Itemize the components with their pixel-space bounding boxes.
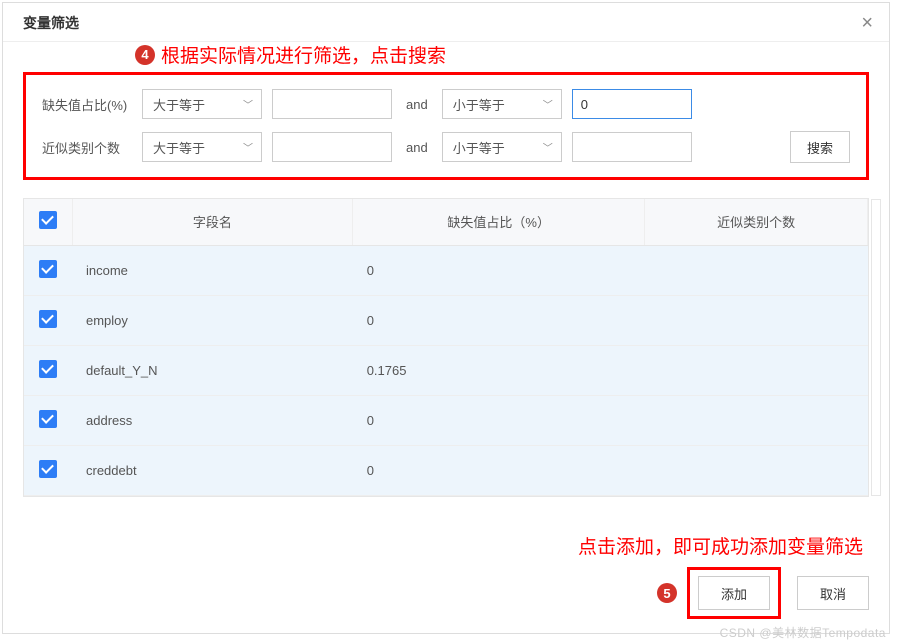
annotation-badge-4: 4 [135, 45, 155, 65]
filter-row-categories: 近似类别个数 大于等于 ﹀ and 小于等于 ﹀ 搜索 [42, 131, 850, 163]
cell-field-name: default_Y_N [72, 345, 353, 395]
input-cat-val1[interactable] [272, 132, 392, 162]
dialog-body: 缺失值占比(%) 大于等于 ﹀ and 小于等于 ﹀ 近似类别个数 大于等于 ﹀ [3, 42, 889, 507]
cell-missing: 0 [353, 445, 645, 495]
cell-cats [645, 445, 868, 495]
header-checkbox [24, 199, 72, 245]
cell-field-name: address [72, 395, 353, 445]
annotation-badge-5: 5 [657, 583, 677, 603]
cell-missing: 0 [353, 395, 645, 445]
table-row: default_Y_N 0.1765 [24, 345, 868, 395]
add-group: 5 添加 [657, 567, 781, 619]
dialog-title: 变量筛选 [23, 13, 79, 33]
checkbox-row[interactable] [39, 360, 57, 378]
cell-cats [645, 345, 868, 395]
cell-field-name: income [72, 245, 353, 295]
results-table: 字段名 缺失值占比（%） 近似类别个数 income 0 employ [24, 199, 868, 496]
search-button[interactable]: 搜索 [790, 131, 850, 163]
cancel-button[interactable]: 取消 [797, 576, 869, 610]
cell-field-name: employ [72, 295, 353, 345]
table-row: address 0 [24, 395, 868, 445]
dialog-footer: 5 添加 取消 [23, 567, 869, 619]
chevron-down-icon: ﹀ [243, 140, 253, 155]
select-missing-op2[interactable]: 小于等于 ﹀ [442, 89, 562, 119]
add-button[interactable]: 添加 [698, 576, 770, 610]
cell-missing: 0.1765 [353, 345, 645, 395]
annotation-top-text: 根据实际情况进行筛选，点击搜索 [161, 41, 446, 68]
checkbox-row[interactable] [39, 410, 57, 428]
select-cat-op2[interactable]: 小于等于 ﹀ [442, 132, 562, 162]
cell-field-name: creddebt [72, 445, 353, 495]
checkbox-row[interactable] [39, 460, 57, 478]
checkbox-all[interactable] [39, 211, 57, 229]
cell-cats [645, 395, 868, 445]
close-icon[interactable]: × [861, 13, 873, 33]
annotation-bottom: 点击添加，即可成功添加变量筛选 [578, 532, 863, 559]
label-missing-pct: 缺失值占比(%) [42, 95, 132, 114]
filter-row-missing: 缺失值占比(%) 大于等于 ﹀ and 小于等于 ﹀ [42, 89, 850, 119]
input-missing-val2[interactable] [572, 89, 692, 119]
variable-filter-dialog: 变量筛选 × 4 根据实际情况进行筛选，点击搜索 缺失值占比(%) 大于等于 ﹀… [2, 2, 890, 634]
checkbox-row[interactable] [39, 310, 57, 328]
scrollbar-track[interactable] [871, 199, 881, 496]
watermark: CSDN @美林数据Tempodata [720, 624, 886, 641]
cell-cats [645, 245, 868, 295]
header-missing-pct: 缺失值占比（%） [353, 199, 645, 245]
select-missing-op1[interactable]: 大于等于 ﹀ [142, 89, 262, 119]
header-category-count: 近似类别个数 [645, 199, 868, 245]
cell-cats [645, 295, 868, 345]
chevron-down-icon: ﹀ [243, 97, 253, 112]
annotation-top: 4 根据实际情况进行筛选，点击搜索 [135, 41, 446, 68]
conj-and: and [402, 140, 432, 155]
scrollbar-thumb[interactable] [871, 199, 881, 496]
table-header-row: 字段名 缺失值占比（%） 近似类别个数 [24, 199, 868, 245]
input-missing-val1[interactable] [272, 89, 392, 119]
table-row: employ 0 [24, 295, 868, 345]
checkbox-row[interactable] [39, 260, 57, 278]
cell-missing: 0 [353, 295, 645, 345]
input-cat-val2[interactable] [572, 132, 692, 162]
table-row: income 0 [24, 245, 868, 295]
add-button-highlight: 添加 [687, 567, 781, 619]
chevron-down-icon: ﹀ [543, 140, 553, 155]
select-cat-op1[interactable]: 大于等于 ﹀ [142, 132, 262, 162]
cell-missing: 0 [353, 245, 645, 295]
conj-and: and [402, 97, 432, 112]
label-category-count: 近似类别个数 [42, 138, 132, 157]
filter-panel: 缺失值占比(%) 大于等于 ﹀ and 小于等于 ﹀ 近似类别个数 大于等于 ﹀ [23, 72, 869, 180]
header-field-name: 字段名 [72, 199, 353, 245]
chevron-down-icon: ﹀ [543, 97, 553, 112]
table-row: creddebt 0 [24, 445, 868, 495]
dialog-header: 变量筛选 × [3, 3, 889, 42]
results-table-wrap: 字段名 缺失值占比（%） 近似类别个数 income 0 employ [23, 198, 869, 497]
